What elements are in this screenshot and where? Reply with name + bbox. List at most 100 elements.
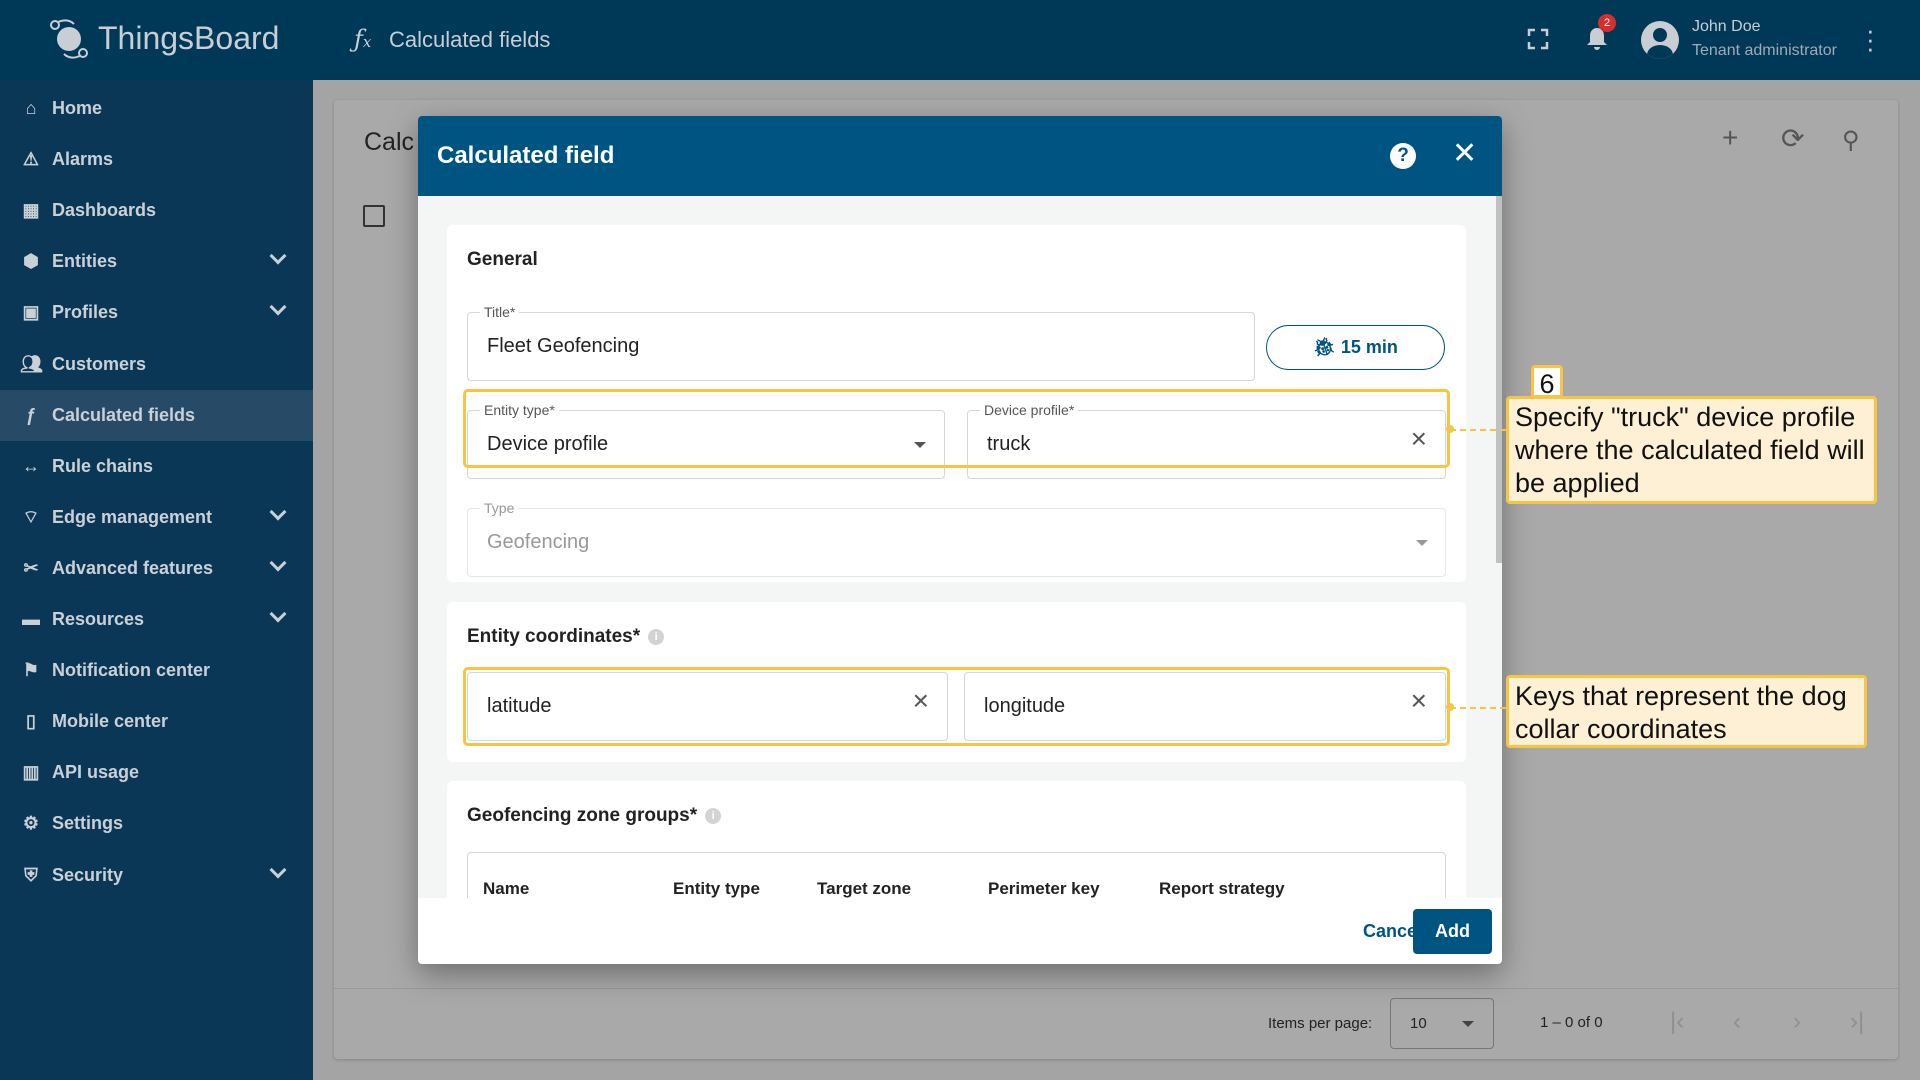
sidebar-item-label: Resources (52, 609, 145, 629)
general-heading: General (467, 249, 538, 270)
sidebar-item-settings[interactable]: ⚙ Settings (0, 798, 313, 849)
top-bar: ThingsBoard ƒx Calculated fields 2 John … (0, 0, 1920, 80)
info-icon[interactable]: i (705, 807, 722, 824)
profiles-icon: ▣ (22, 302, 40, 323)
card-title: Calc (364, 128, 415, 156)
column-header-report-strategy: Report strategy (1159, 879, 1285, 898)
fullscreen-icon[interactable] (1527, 28, 1549, 50)
chart-icon: ▥ (22, 762, 40, 783)
geofencing-zones-heading: Geofencing zone groups* i (467, 805, 722, 827)
pagination-range: 1 – 0 of 0 (1540, 1014, 1603, 1031)
callout-device-profile: Specify "truck" device profile where the… (1506, 396, 1877, 504)
sidebar-item-edge-management[interactable]: ⌔ Edge management (0, 492, 313, 543)
chevron-down-icon[interactable] (269, 861, 287, 878)
chevron-down-icon[interactable] (269, 554, 287, 572)
items-per-page-select[interactable] (1390, 998, 1494, 1049)
column-header-perimeter-key: Perimeter key (988, 879, 1100, 898)
tools-icon: ✂ (23, 557, 39, 578)
sidebar-item-label: Home (52, 98, 103, 118)
column-header-target-zone: Target zone (817, 879, 912, 898)
callout-dot (1446, 703, 1454, 711)
debug-button-label: 15 min (1340, 337, 1398, 357)
refresh-icon[interactable]: ⟳ (1781, 122, 1804, 155)
calculated-field-dialog: Calculated field ? ✕ General Title* Flee… (418, 116, 1502, 964)
sidebar-item-notification-center[interactable]: ⚑ Notification center (0, 645, 313, 696)
add-icon[interactable]: + (1722, 122, 1738, 154)
sidebar-item-label: Profiles (52, 302, 119, 323)
callout-connector (1450, 429, 1506, 431)
callout-dot (1446, 425, 1454, 433)
sidebar-item-customers[interactable]: 👥︎ Customers (0, 339, 313, 390)
sidebar-item-label: Notification center (52, 660, 211, 681)
info-icon[interactable]: i (648, 628, 665, 645)
type-label: Type (480, 500, 519, 516)
chevron-down-icon[interactable] (269, 298, 287, 316)
notifications-button[interactable]: 2 (1585, 14, 1616, 57)
sidebar-item-mobile-center[interactable]: ▯ Mobile center (0, 696, 313, 747)
sidebar-item-alarms[interactable]: ⚠ Alarms (0, 134, 313, 185)
sidebar: ⌂ Home ⚠ Alarms ▦ Dashboards ⬢ Entities ▣ Profile… (0, 80, 313, 1080)
add-button[interactable]: Add (1413, 909, 1492, 954)
entity-coordinates-heading: Entity coordinates* i (467, 626, 665, 648)
sidebar-item-label: Alarms (52, 149, 114, 170)
first-page-icon[interactable]: |‹ (1670, 1008, 1684, 1036)
items-per-page-label: Items per page: (1268, 1015, 1373, 1032)
step-number: 6 (1531, 365, 1563, 399)
close-icon[interactable]: ✕ (1452, 136, 1477, 171)
folder-icon: ▬ (22, 609, 40, 629)
chevron-down-icon[interactable] (269, 605, 287, 623)
sidebar-item-label: Entities (52, 251, 118, 272)
debug-button[interactable]: 🐞︎ 15 min (1266, 325, 1445, 370)
more-vert-icon[interactable]: · · · (1866, 17, 1875, 61)
sidebar-item-advanced-features[interactable]: ✂ Advanced features (0, 543, 313, 594)
sidebar-item-dashboards[interactable]: ▦ Dashboards (0, 185, 313, 236)
sidebar-item-label: Mobile center (52, 711, 169, 732)
title-value: Fleet Geofencing (487, 335, 640, 357)
type-value: Geofencing (487, 531, 590, 553)
customers-icon: 👥︎ (20, 353, 43, 374)
app-logo-text[interactable]: ThingsBoard (98, 20, 279, 57)
title-label: Title* (480, 304, 520, 320)
sidebar-item-resources[interactable]: ▬ Resources (0, 594, 313, 645)
sidebar-item-calculated-fields[interactable]: ƒ Calculated fields (0, 389, 313, 441)
sidebar-item-label: API usage (52, 762, 140, 783)
dialog-title: Calculated field (437, 142, 615, 169)
column-header-entity-type: Entity type (673, 879, 760, 898)
sidebar-item-home[interactable]: ⌂ Home (0, 83, 313, 134)
callout-connector (1450, 707, 1506, 709)
prev-page-icon[interactable]: ‹ (1733, 1008, 1741, 1036)
home-icon: ⌂ (25, 98, 37, 118)
next-page-icon[interactable]: › (1793, 1008, 1801, 1036)
mobile-icon: ▯ (26, 711, 36, 732)
last-page-icon[interactable]: ›| (1850, 1008, 1864, 1036)
search-icon[interactable]: ⚲ (1842, 126, 1860, 155)
sidebar-item-entities[interactable]: ⬢ Entities (0, 236, 313, 287)
sidebar-item-profiles[interactable]: ▣ Profiles (0, 287, 313, 338)
sidebar-item-label: Rule chains (52, 455, 154, 476)
sidebar-item-label: Customers (52, 353, 147, 374)
entities-icon: ⬢ (23, 251, 39, 272)
sidebar-item-api-usage[interactable]: ▥ API usage (0, 747, 313, 798)
notification-badge: 2 (1598, 14, 1616, 32)
chevron-down-icon[interactable] (269, 247, 287, 265)
dropdown-arrow-icon (1462, 1021, 1474, 1027)
dialog-header: Calculated field ? ✕ (418, 116, 1502, 196)
highlight-coordinates (463, 667, 1450, 746)
sidebar-item-security[interactable]: ⛨ Security (0, 850, 313, 901)
help-icon[interactable]: ? (1390, 143, 1416, 169)
scrollbar[interactable] (1496, 196, 1502, 563)
sidebar-item-rule-chains[interactable]: ↔ Rule chains (0, 441, 313, 492)
select-all-checkbox[interactable] (363, 205, 385, 227)
title-input[interactable]: Title* Fleet Geofencing (467, 304, 1255, 381)
gear-icon: ⚙ (22, 813, 40, 834)
dropdown-arrow-icon (1416, 540, 1428, 546)
notification-icon: ⚑ (22, 660, 40, 681)
sidebar-item-label: Dashboards (52, 200, 157, 221)
column-header-name: Name (483, 879, 530, 898)
chevron-down-icon[interactable] (269, 503, 287, 521)
avatar[interactable] (1641, 21, 1679, 59)
sidebar-item-label: Settings (52, 813, 124, 834)
page-title: Calculated fields (389, 27, 551, 52)
dialog-body: General Title* Fleet Geofencing 🐞︎ 15 mi… (418, 196, 1502, 898)
geofencing-zones-section: Geofencing zone groups* i Name Entity typ… (447, 781, 1466, 898)
